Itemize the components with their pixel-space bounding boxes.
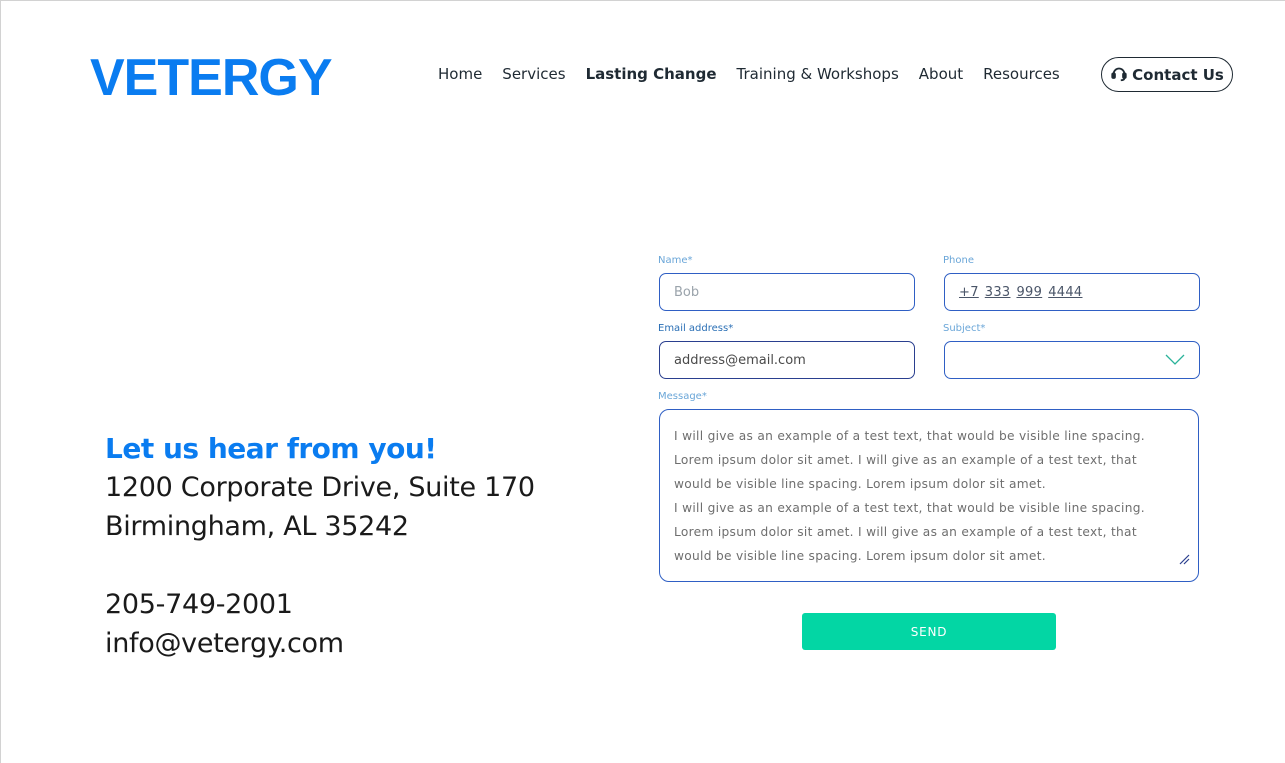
message-textarea[interactable]: I will give as an example of a test text… <box>659 409 1199 582</box>
message-line: Lorem ipsum dolor sit amet. I will give … <box>674 525 1137 539</box>
nav-item-home[interactable]: Home <box>438 64 482 84</box>
contact-info: Let us hear from you! 1200 Corporate Dri… <box>105 430 535 663</box>
name-placeholder: Bob <box>674 284 700 300</box>
email-link[interactable]: info@vetergy.com <box>105 624 535 663</box>
nav-item-resources[interactable]: Resources <box>983 64 1060 84</box>
nav-item-services[interactable]: Services <box>502 64 565 84</box>
message-line: I will give as an example of a test text… <box>674 429 1145 443</box>
name-field[interactable]: Bob <box>659 273 915 311</box>
message-line: would be visible line spacing. Lorem ips… <box>674 549 1046 563</box>
nav-item-lasting-change[interactable]: Lasting Change <box>586 64 717 84</box>
nav-item-training-workshops[interactable]: Training & Workshops <box>737 64 899 84</box>
phone-label: Phone <box>943 255 974 266</box>
phone-number[interactable]: 205-749-2001 <box>105 585 535 624</box>
headset-icon <box>1110 64 1128 86</box>
logo[interactable]: VETERGY <box>90 50 332 106</box>
message-line: Lorem ipsum dolor sit amet. I will give … <box>674 453 1137 467</box>
resize-handle-icon[interactable] <box>1179 549 1190 573</box>
phone-value: +7 333 999 4444 <box>959 284 1083 300</box>
name-label: Name* <box>658 255 693 266</box>
phone-field[interactable]: +7 333 999 4444 <box>944 273 1200 311</box>
email-value: address@email.com <box>674 352 806 368</box>
chevron-down-icon <box>1165 354 1185 370</box>
email-label: Email address* <box>658 323 734 334</box>
subject-select[interactable] <box>944 341 1200 379</box>
message-line: would be visible line spacing. Lorem ips… <box>674 477 1046 491</box>
contact-us-button[interactable]: Contact Us <box>1101 57 1233 92</box>
nav-item-about[interactable]: About <box>919 64 963 84</box>
email-field[interactable]: address@email.com <box>659 341 915 379</box>
message-label: Message* <box>658 391 707 402</box>
send-button[interactable]: SEND <box>802 613 1056 650</box>
address-line-2: Birmingham, AL 35242 <box>105 511 409 542</box>
address-line-1: 1200 Corporate Drive, Suite 170 <box>105 472 535 503</box>
message-line: I will give as an example of a test text… <box>674 501 1145 515</box>
subject-label: Subject* <box>943 323 986 334</box>
contact-headline: Let us hear from you! <box>105 432 437 465</box>
contact-us-label: Contact Us <box>1132 65 1224 84</box>
main-nav: Home Services Lasting Change Training & … <box>438 64 1080 84</box>
